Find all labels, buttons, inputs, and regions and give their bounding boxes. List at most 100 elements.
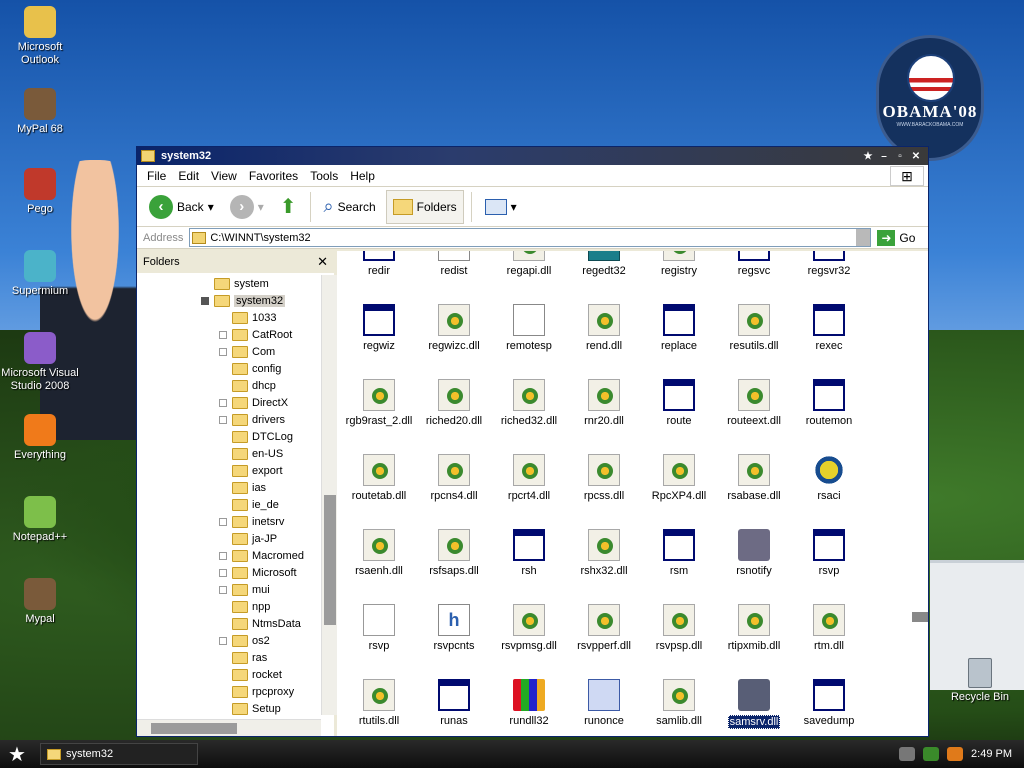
file-item[interactable]: rgb9rast_2.dll	[339, 379, 419, 449]
folder-tree-horizontal-scrollbar[interactable]	[137, 719, 321, 736]
file-item[interactable]: rsnotify	[714, 529, 794, 599]
tree-item-1033[interactable]: 1033	[219, 309, 276, 326]
tree-item-directx[interactable]: DirectX	[219, 394, 288, 411]
search-tray-icon[interactable]	[947, 747, 964, 761]
file-item[interactable]: h rsvpcnts	[414, 604, 494, 674]
file-item[interactable]: redir	[339, 251, 419, 299]
keyboard-icon[interactable]	[899, 747, 916, 761]
file-item[interactable]: routeext.dll	[714, 379, 794, 449]
tree-item-microsoft[interactable]: Microsoft	[219, 564, 297, 581]
file-item[interactable]: rtutils.dll	[339, 679, 419, 736]
file-item[interactable]: rsvp	[789, 529, 869, 599]
file-item[interactable]: samsrv.dll	[714, 679, 794, 736]
folders-button[interactable]: Folders	[385, 189, 464, 224]
file-item[interactable]: rend.dll	[564, 304, 644, 374]
desktop-icon-pego[interactable]: Pego	[0, 168, 80, 216]
menu-edit[interactable]: Edit	[172, 169, 205, 183]
expand-icon[interactable]	[219, 568, 227, 577]
file-item[interactable]: samlib.dll	[639, 679, 719, 736]
file-item[interactable]: remotesp	[489, 304, 569, 374]
tree-item-inetsrv[interactable]: inetsrv	[219, 513, 284, 530]
desktop-icon-notepad-[interactable]: Notepad++	[0, 496, 80, 544]
expand-icon[interactable]	[219, 585, 227, 594]
address-dropdown-button[interactable]	[856, 229, 871, 246]
tree-item-ias[interactable]: ias	[219, 479, 266, 496]
back-button[interactable]: ‹ Back ▾	[143, 190, 220, 224]
file-item[interactable]: rpcns4.dll	[414, 454, 494, 524]
file-item[interactable]: rtm.dll	[789, 604, 869, 674]
tree-item-export[interactable]: export	[219, 462, 283, 479]
expand-icon[interactable]	[219, 415, 227, 424]
file-item[interactable]: regwizc.dll	[414, 304, 494, 374]
minimize-button[interactable]: –	[878, 151, 890, 162]
file-item[interactable]: runas	[414, 679, 494, 736]
tree-item-npp[interactable]: npp	[219, 598, 270, 615]
menu-tools[interactable]: Tools	[304, 169, 344, 183]
tree-item-ntmsdata[interactable]: NtmsData	[219, 615, 301, 632]
file-item[interactable]: rsfsaps.dll	[414, 529, 494, 599]
file-list-scrollbar-thumb[interactable]	[912, 612, 928, 622]
chevron-down-icon[interactable]: ▾	[258, 200, 264, 214]
tree-item-macromed[interactable]: Macromed	[219, 547, 304, 564]
file-item[interactable]: rsaci	[789, 454, 869, 524]
tree-item-dhcp[interactable]: dhcp	[219, 377, 276, 394]
file-item[interactable]: RpcXP4.dll	[639, 454, 719, 524]
file-item[interactable]: registry	[639, 251, 719, 299]
desktop-icon-microsoft-visual-studio-2008[interactable]: Microsoft Visual Studio 2008	[0, 332, 80, 393]
recycle-bin[interactable]: Recycle Bin	[940, 658, 1020, 703]
address-input[interactable]: C:\WINNT\system32	[189, 228, 872, 247]
file-item[interactable]: routemon	[789, 379, 869, 449]
file-item[interactable]: rsvpmsg.dll	[489, 604, 569, 674]
tree-item-system[interactable]: system	[201, 275, 269, 292]
file-item[interactable]: rtipxmib.dll	[714, 604, 794, 674]
file-item[interactable]: redist	[414, 251, 494, 299]
scrollbar-thumb[interactable]	[151, 723, 237, 734]
tree-item-setup[interactable]: Setup	[219, 700, 281, 715]
forward-button[interactable]: › ▾	[224, 190, 270, 224]
folder-tree-vertical-scrollbar[interactable]	[321, 275, 337, 715]
file-item[interactable]: rsabase.dll	[714, 454, 794, 524]
file-item[interactable]: rnr20.dll	[564, 379, 644, 449]
desktop-icon-supermium[interactable]: Supermium	[0, 250, 80, 298]
tree-item-dtclog[interactable]: DTCLog	[219, 428, 293, 445]
file-item[interactable]: regwiz	[339, 304, 419, 374]
file-item[interactable]: rsm	[639, 529, 719, 599]
file-item[interactable]: runonce	[564, 679, 644, 736]
pin-button[interactable]: ★	[862, 151, 874, 162]
chevron-down-icon[interactable]: ▾	[208, 200, 214, 214]
file-item[interactable]: rshx32.dll	[564, 529, 644, 599]
expand-icon[interactable]	[219, 636, 227, 645]
views-button[interactable]: ▾	[479, 190, 523, 224]
scrollbar-thumb[interactable]	[324, 495, 336, 625]
start-button[interactable]: ★	[0, 740, 34, 768]
file-item[interactable]: rsh	[489, 529, 569, 599]
taskbar-item-system32[interactable]: system32	[40, 743, 198, 765]
file-item[interactable]: riched32.dll	[489, 379, 569, 449]
menu-view[interactable]: View	[205, 169, 243, 183]
file-item[interactable]: rsaenh.dll	[339, 529, 419, 599]
file-item[interactable]: routetab.dll	[339, 454, 419, 524]
file-item[interactable]: rpcrt4.dll	[489, 454, 569, 524]
file-item[interactable]: rsvpperf.dll	[564, 604, 644, 674]
file-item[interactable]: regsvc	[714, 251, 794, 299]
menu-favorites[interactable]: Favorites	[243, 169, 304, 183]
tree-item-com[interactable]: Com	[219, 343, 275, 360]
file-item[interactable]: regsvr32	[789, 251, 869, 299]
up-button[interactable]: ⬆	[274, 190, 303, 224]
menu-file[interactable]: File	[141, 169, 172, 183]
tree-item-os2[interactable]: os2	[219, 632, 270, 649]
tree-item-ja-jp[interactable]: ja-JP	[219, 530, 277, 547]
title-bar[interactable]: system32 ★ – ▫ ✕	[137, 147, 928, 165]
close-folders-button[interactable]: ✕	[317, 254, 328, 270]
chevron-down-icon[interactable]: ▾	[511, 200, 517, 214]
file-item[interactable]: rsvpsp.dll	[639, 604, 719, 674]
tree-item-rocket[interactable]: rocket	[219, 666, 282, 683]
close-button[interactable]: ✕	[910, 151, 922, 162]
desktop-icon-everything[interactable]: Everything	[0, 414, 80, 462]
file-item[interactable]: rexec	[789, 304, 869, 374]
clock[interactable]: 2:49 PM	[971, 748, 1012, 760]
expand-icon[interactable]	[219, 347, 227, 356]
file-item[interactable]: resutils.dll	[714, 304, 794, 374]
tree-item-config[interactable]: config	[219, 360, 281, 377]
file-item[interactable]: savedump	[789, 679, 869, 736]
